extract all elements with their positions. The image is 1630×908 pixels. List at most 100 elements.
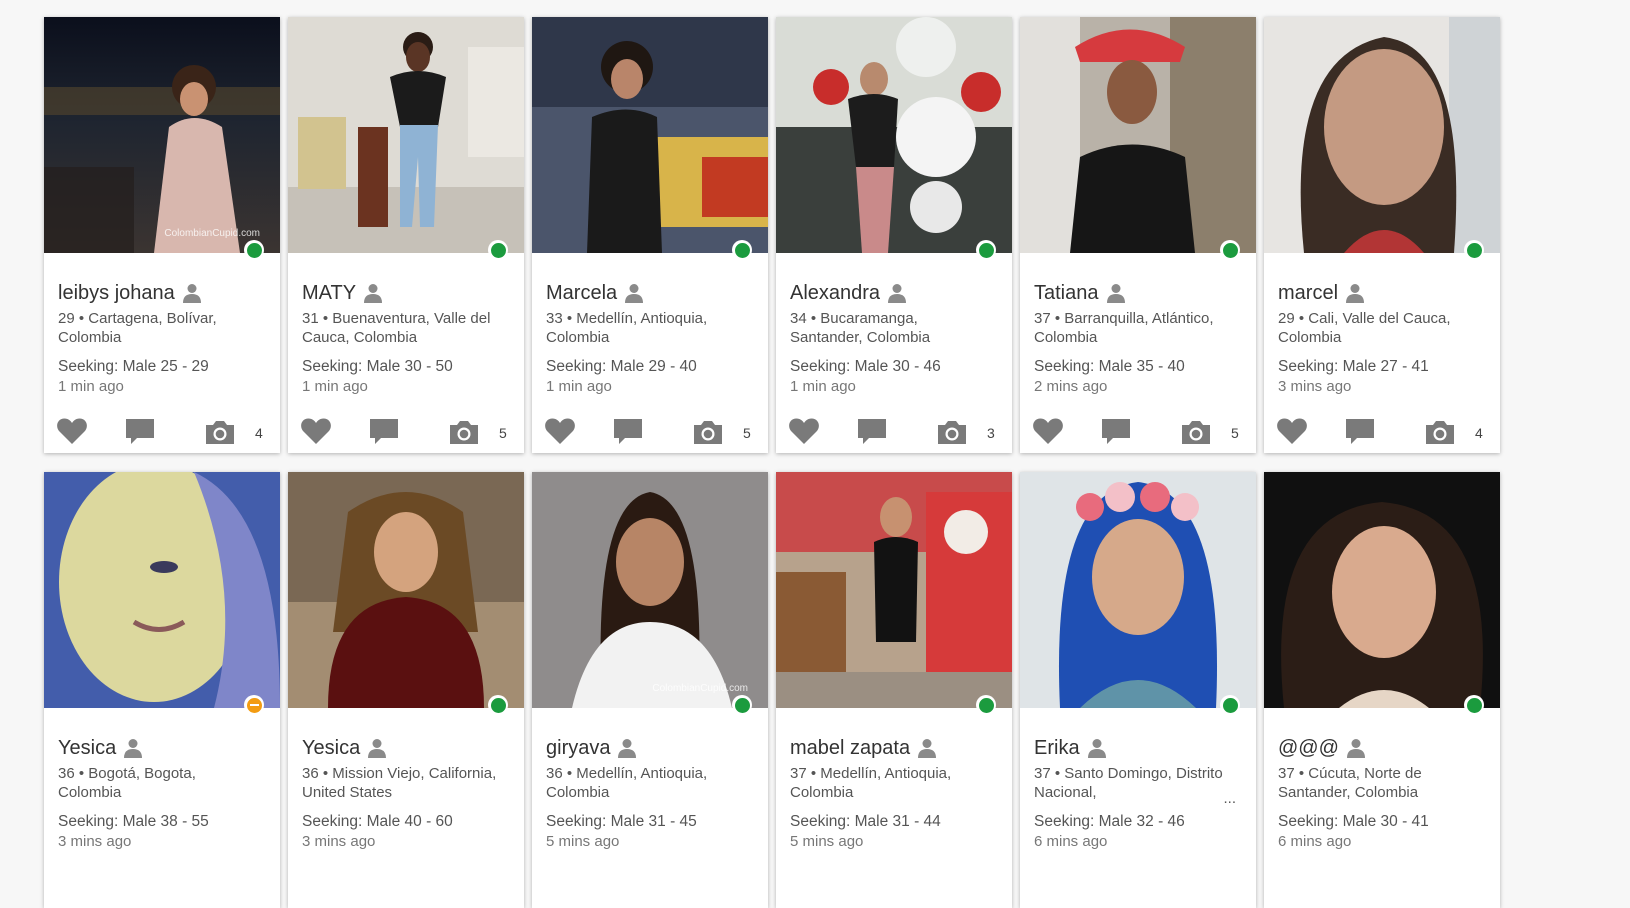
profile-photo[interactable]: ColombianCupid.com [532, 472, 768, 708]
camera-icon[interactable] [1180, 419, 1212, 445]
person-icon [618, 739, 637, 758]
profile-photo[interactable] [1020, 17, 1256, 253]
profile-card[interactable]: Yesica 36 • Bogotá, Bogota, Colombia See… [44, 472, 280, 908]
watermark: ColombianCupid.com [164, 228, 260, 239]
last-active: 5 mins ago [546, 833, 620, 850]
profile-location: 36 • Mission Viejo, California, United S… [302, 765, 497, 801]
profile-photo[interactable] [288, 17, 524, 253]
profile-name[interactable]: Marcela [546, 281, 617, 305]
last-active: 1 min ago [546, 378, 612, 395]
profile-photo[interactable] [1020, 472, 1256, 708]
heart-icon[interactable] [300, 417, 332, 445]
person-icon [1087, 739, 1106, 758]
profile-card[interactable]: MATY 31 • Buenaventura, Valle del Cauca,… [288, 17, 524, 453]
camera-icon[interactable] [692, 419, 724, 445]
card-actions: 5 [1020, 417, 1256, 451]
camera-icon[interactable] [448, 419, 480, 445]
profile-card[interactable]: Erika 37 • Santo Domingo, Distrito Nacio… [1020, 472, 1256, 908]
last-active: 6 mins ago [1278, 833, 1352, 850]
profile-card[interactable]: marcel 29 • Cali, Valle del Cauca, Colom… [1264, 17, 1500, 453]
online-status-icon [1464, 240, 1484, 260]
photo-count: 5 [1231, 425, 1239, 441]
profile-photo[interactable]: ColombianCupid.com [44, 17, 280, 253]
profile-photo[interactable] [1264, 17, 1500, 253]
profile-card[interactable]: Tatiana 37 • Barranquilla, Atlántico, Co… [1020, 17, 1256, 453]
profile-photo[interactable] [288, 472, 524, 708]
online-status-icon [732, 240, 752, 260]
card-actions: 4 [44, 417, 280, 451]
person-icon [1106, 284, 1125, 303]
chat-bubble-icon[interactable] [368, 418, 400, 446]
profile-photo[interactable] [44, 472, 280, 708]
profile-card[interactable]: Yesica 36 • Mission Viejo, California, U… [288, 472, 524, 908]
online-status-icon [976, 240, 996, 260]
camera-icon[interactable] [204, 419, 236, 445]
profile-seeking: Seeking: Male 30 - 41 [1278, 813, 1429, 830]
profile-photo[interactable] [532, 17, 768, 253]
camera-icon[interactable] [1424, 419, 1456, 445]
last-active: 5 mins ago [790, 833, 864, 850]
profile-name[interactable]: Erika [1034, 736, 1080, 760]
person-icon [124, 739, 143, 758]
profile-seeking: Seeking: Male 29 - 40 [546, 358, 697, 375]
online-status-icon [1464, 695, 1484, 715]
online-status-icon [1220, 695, 1240, 715]
photo-count: 5 [743, 425, 751, 441]
profile-seeking: Seeking: Male 31 - 44 [790, 813, 941, 830]
profile-photo[interactable] [776, 472, 1012, 708]
profile-name[interactable]: Yesica [302, 736, 360, 760]
profile-name[interactable]: Alexandra [790, 281, 880, 305]
profile-card[interactable]: @@@ 37 • Cúcuta, Norte de Santander, Col… [1264, 472, 1500, 908]
last-active: 1 min ago [58, 378, 124, 395]
heart-icon[interactable] [544, 417, 576, 445]
online-status-icon [244, 240, 264, 260]
profile-seeking: Seeking: Male 31 - 45 [546, 813, 697, 830]
profile-card[interactable]: Alexandra 34 • Bucaramanga, Santander, C… [776, 17, 1012, 453]
last-active: 2 mins ago [1034, 378, 1108, 395]
online-status-icon [976, 695, 996, 715]
last-active: 1 min ago [790, 378, 856, 395]
profile-photo[interactable] [1264, 472, 1500, 708]
profile-card[interactable]: mabel zapata 37 • Medellín, Antioquia, C… [776, 472, 1012, 908]
heart-icon[interactable] [56, 417, 88, 445]
profile-name[interactable]: Tatiana [1034, 281, 1099, 305]
profile-card[interactable]: ColombianCupid.com giryava 36 • Medellín… [532, 472, 768, 908]
profile-card[interactable]: Marcela 33 • Medellín, Antioquia, Colomb… [532, 17, 768, 453]
profile-name[interactable]: Yesica [58, 736, 116, 760]
heart-icon[interactable] [788, 417, 820, 445]
profile-location: 36 • Bogotá, Bogota, Colombia [58, 765, 196, 801]
profile-card[interactable]: ColombianCupid.com leibys johana 29 • Ca… [44, 17, 280, 453]
profile-grid: ColombianCupid.com leibys johana 29 • Ca… [0, 0, 1630, 908]
location-ellipsis: ... [1223, 790, 1236, 807]
profile-seeking: Seeking: Male 30 - 46 [790, 358, 941, 375]
chat-bubble-icon[interactable] [856, 418, 888, 446]
chat-bubble-icon[interactable] [1344, 418, 1376, 446]
person-icon [918, 739, 937, 758]
profile-location: 37 • Santo Domingo, Distrito Nacional, [1034, 765, 1223, 801]
profile-location: 29 • Cartagena, Bolívar, Colombia [58, 310, 217, 346]
heart-icon[interactable] [1276, 417, 1308, 445]
chat-bubble-icon[interactable] [1100, 418, 1132, 446]
profile-name[interactable]: MATY [302, 281, 356, 305]
profile-seeking: Seeking: Male 30 - 50 [302, 358, 453, 375]
profile-name[interactable]: giryava [546, 736, 610, 760]
card-actions: 5 [532, 417, 768, 451]
person-icon [182, 284, 201, 303]
camera-icon[interactable] [936, 419, 968, 445]
profile-photo[interactable] [776, 17, 1012, 253]
profile-seeking: Seeking: Male 27 - 41 [1278, 358, 1429, 375]
last-active: 6 mins ago [1034, 833, 1108, 850]
away-status-icon [244, 695, 264, 715]
profile-seeking: Seeking: Male 35 - 40 [1034, 358, 1185, 375]
chat-bubble-icon[interactable] [612, 418, 644, 446]
profile-name[interactable]: mabel zapata [790, 736, 910, 760]
heart-icon[interactable] [1032, 417, 1064, 445]
profile-location: 37 • Medellín, Antioquia, Colombia [790, 765, 952, 801]
profile-name[interactable]: marcel [1278, 281, 1338, 305]
profile-name[interactable]: @@@ [1278, 736, 1339, 760]
last-active: 3 mins ago [302, 833, 376, 850]
person-icon [368, 739, 387, 758]
chat-bubble-icon[interactable] [124, 418, 156, 446]
profile-name[interactable]: leibys johana [58, 281, 175, 305]
online-status-icon [1220, 240, 1240, 260]
